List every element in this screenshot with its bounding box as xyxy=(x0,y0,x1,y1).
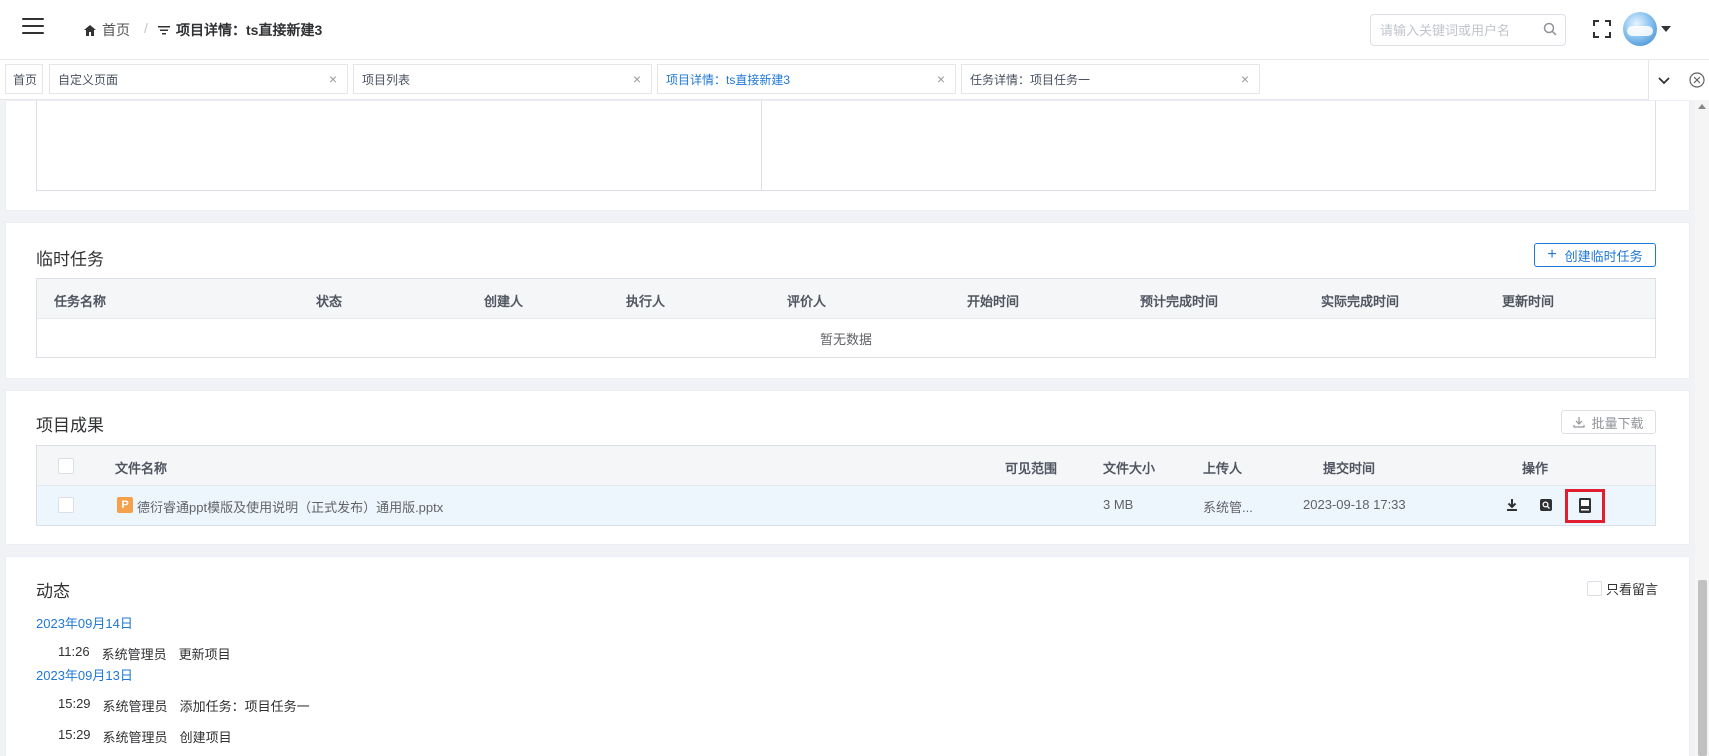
activity-action: 添加任务：项目任务一 xyxy=(179,699,310,714)
results-table: 文件名称 可见范围 文件大小 上传人 提交时间 操作 P 德衍睿通ppt模版及使… xyxy=(36,445,1656,526)
avatar[interactable] xyxy=(1623,12,1657,46)
batch-download-button[interactable]: 批量下载 xyxy=(1561,410,1656,434)
download-icon xyxy=(1573,417,1586,428)
menu-icon[interactable] xyxy=(22,18,44,36)
table-header: 文件名称 可见范围 文件大小 上传人 提交时间 操作 xyxy=(37,446,1655,486)
tab-project-detail[interactable]: 项目详情：ts直接新建3 × xyxy=(657,64,956,94)
select-all-checkbox[interactable] xyxy=(58,458,74,474)
circle-close-icon[interactable] xyxy=(1688,71,1706,89)
project-results-title: 项目成果 xyxy=(36,416,104,435)
close-icon[interactable]: × xyxy=(1239,72,1251,86)
activity-action: 创建项目 xyxy=(179,730,232,745)
scrollbar-thumb[interactable] xyxy=(1698,580,1707,756)
chevron-down-icon[interactable] xyxy=(1655,72,1673,90)
file-uploader: 系统管... xyxy=(1203,500,1253,515)
plus-icon: + xyxy=(1547,246,1557,263)
project-results-card: 项目成果 批量下载 文件名称 可见范围 文件大小 上传人 提交时间 操作 P 德… xyxy=(5,390,1690,545)
file-submit-time: 2023-09-18 17:33 xyxy=(1303,497,1406,512)
file-size: 3 MB xyxy=(1103,497,1134,512)
activity-user: 系统管理员 xyxy=(102,699,168,714)
create-temp-task-label: 创建临时任务 xyxy=(1564,248,1643,264)
column-header: 实际完成时间 xyxy=(1321,294,1400,309)
home-icon xyxy=(84,24,96,36)
column-header: 文件大小 xyxy=(1103,461,1156,476)
column-header: 状态 xyxy=(316,294,343,309)
column-header: 提交时间 xyxy=(1323,461,1376,476)
activity-time: 15:29 xyxy=(58,696,91,711)
activity-card: 动态 只看留言 2023年09月14日 11:26 系统管理员 更新项目 202… xyxy=(5,556,1690,756)
tab-home[interactable]: 首页 xyxy=(5,64,43,94)
empty-state: 暂无数据 xyxy=(819,331,872,347)
column-header: 开始时间 xyxy=(967,294,1020,309)
temp-tasks-title: 临时任务 xyxy=(36,250,104,269)
tab-custom-page[interactable]: 自定义页面 × xyxy=(49,64,348,94)
only-messages-label: 只看留言 xyxy=(1606,582,1659,597)
activity-time: 11:26 xyxy=(58,644,90,659)
highlight-box xyxy=(1565,489,1605,523)
search-box xyxy=(1370,14,1566,46)
fullscreen-icon[interactable] xyxy=(1592,19,1612,39)
batch-download-label: 批量下载 xyxy=(1591,415,1644,431)
column-header: 更新时间 xyxy=(1502,294,1555,309)
tabs-bar: 首页 自定义页面 × 项目列表 × 项目详情：ts直接新建3 × 任务详情：项目… xyxy=(0,60,1709,100)
table-row: P 德衍睿通ppt模版及使用说明（正式发布）通用版.pptx 3 MB 系统管.… xyxy=(37,486,1655,525)
activity-title: 动态 xyxy=(36,582,70,601)
close-icon[interactable]: × xyxy=(935,72,947,86)
preview-icon[interactable] xyxy=(1537,496,1555,514)
activity-item: 15:29 系统管理员 创建项目 xyxy=(58,727,244,746)
temp-tasks-table: 任务名称 状态 创建人 执行人 评价人 开始时间 预计完成时间 实际完成时间 更… xyxy=(36,278,1656,358)
temp-tasks-card: 临时任务 + 创建临时任务 任务名称 状态 创建人 执行人 评价人 开始时间 预… xyxy=(5,222,1690,379)
column-header: 操作 xyxy=(1522,461,1549,476)
scroll-up-arrow[interactable] xyxy=(1698,104,1706,109)
activity-date: 2023年09月13日 xyxy=(36,668,133,683)
activity-item: 11:26 系统管理员 更新项目 xyxy=(58,644,243,663)
page-title: 项目详情：ts直接新建3 xyxy=(176,22,323,38)
top-header: 首页 / 项目详情：ts直接新建3 xyxy=(0,0,1709,60)
ppt-file-icon: P xyxy=(117,497,133,513)
tab-label: 任务详情：项目任务一 xyxy=(970,72,1091,87)
caret-down-icon[interactable] xyxy=(1661,26,1671,32)
file-name[interactable]: 德衍睿通ppt模版及使用说明（正式发布）通用版.pptx xyxy=(137,497,443,516)
checkbox-box[interactable] xyxy=(1587,581,1602,596)
breadcrumb-home[interactable]: 首页 xyxy=(84,20,130,40)
column-header: 创建人 xyxy=(484,294,524,309)
top-section-card xyxy=(5,100,1690,211)
activity-user: 系统管理员 xyxy=(101,647,167,662)
filter-icon xyxy=(158,26,170,35)
activity-action: 更新项目 xyxy=(178,647,231,662)
tab-label: 项目列表 xyxy=(362,72,411,87)
search-input[interactable] xyxy=(1371,15,1531,45)
breadcrumb-home-label: 首页 xyxy=(102,22,130,38)
column-header: 任务名称 xyxy=(54,294,107,309)
search-icon[interactable] xyxy=(1543,22,1557,36)
panel-divider xyxy=(761,101,762,190)
activity-item: 15:29 系统管理员 添加任务：项目任务一 xyxy=(58,696,322,715)
create-temp-task-button[interactable]: + 创建临时任务 xyxy=(1534,243,1656,267)
only-messages-checkbox[interactable]: 只看留言 xyxy=(1587,579,1658,598)
row-checkbox[interactable] xyxy=(58,497,74,513)
tab-project-list[interactable]: 项目列表 × xyxy=(353,64,652,94)
column-header: 执行人 xyxy=(626,294,666,309)
breadcrumb-separator: / xyxy=(144,20,148,36)
activity-user: 系统管理员 xyxy=(102,730,168,745)
column-header: 可见范围 xyxy=(1005,461,1058,476)
activity-time: 15:29 xyxy=(58,727,91,742)
breadcrumb-current: 项目详情：ts直接新建3 xyxy=(158,20,322,40)
activity-date: 2023年09月14日 xyxy=(36,616,133,631)
close-icon[interactable]: × xyxy=(327,72,339,86)
tab-task-detail[interactable]: 任务详情：项目任务一 × xyxy=(961,64,1260,94)
tab-label: 项目详情：ts直接新建3 xyxy=(666,72,791,87)
download-icon[interactable] xyxy=(1503,496,1521,514)
table-header: 任务名称 状态 创建人 执行人 评价人 开始时间 预计完成时间 实际完成时间 更… xyxy=(37,279,1655,319)
content-panels xyxy=(36,101,1656,191)
tab-label: 自定义页面 xyxy=(58,72,119,87)
close-icon[interactable]: × xyxy=(631,72,643,86)
tab-label: 首页 xyxy=(13,72,38,87)
column-header: 评价人 xyxy=(787,294,827,309)
column-header: 文件名称 xyxy=(115,461,168,476)
column-header: 预计完成时间 xyxy=(1140,294,1219,309)
column-header: 上传人 xyxy=(1203,461,1243,476)
